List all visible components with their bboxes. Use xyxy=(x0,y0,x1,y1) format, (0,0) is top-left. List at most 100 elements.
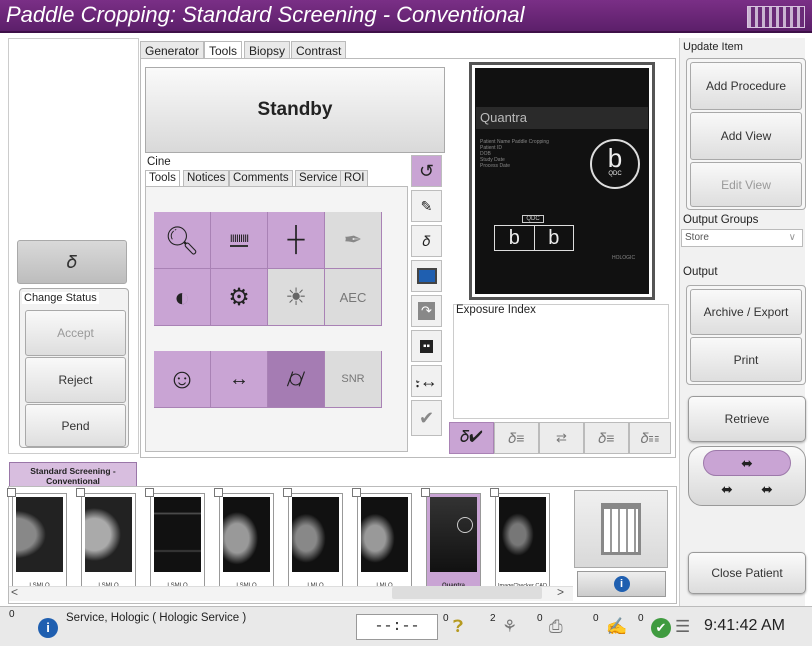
thumb-checkbox[interactable] xyxy=(7,488,16,497)
drop-tool[interactable]: 𝛿 xyxy=(411,225,442,257)
dual-view-tool[interactable]: ▪▪ xyxy=(411,330,442,362)
thumb-checkbox[interactable] xyxy=(214,488,223,497)
vertical-toolbar: ↺ ✎ 𝛿 ↷ ▪▪ ⹎↔ ✔ xyxy=(411,155,444,452)
hologic-logo-icon xyxy=(747,6,805,28)
aec-tool[interactable]: AEC xyxy=(325,269,382,326)
paddle-tool[interactable]: ↺ xyxy=(411,155,442,187)
invert-tool[interactable]: ◐ xyxy=(154,269,211,326)
output-groups-value: Store xyxy=(685,232,709,243)
thumbnail-3[interactable]: LSMLO xyxy=(145,488,205,593)
add-view-button[interactable]: Add View xyxy=(690,112,802,160)
image-preview[interactable]: Quantra Patient Name Paddle Cropping Pat… xyxy=(469,62,655,300)
tab-contrast[interactable]: Contrast xyxy=(291,41,347,58)
thumb-checkbox[interactable] xyxy=(352,488,361,497)
marker-tool[interactable]: ✎ xyxy=(411,190,442,222)
thumbnail-7[interactable]: Quantra xyxy=(421,488,481,593)
split-tool[interactable]: ⹎↔ xyxy=(411,365,442,397)
trash-button[interactable] xyxy=(574,490,668,568)
single-view-icon: ⬌ xyxy=(703,450,791,476)
thumbnail-8[interactable]: ImageChecker CAD xyxy=(490,488,550,593)
reject-button[interactable]: Reject xyxy=(25,357,126,403)
thumbnail-5[interactable]: LMLO xyxy=(283,488,343,593)
network-icon[interactable]: ☰ xyxy=(675,617,690,637)
printer-icon[interactable]: ⎙ xyxy=(549,617,563,637)
count-3: 0 xyxy=(537,613,543,624)
subtab-notices[interactable]: Notices xyxy=(183,170,230,186)
paddle-shift-tool[interactable]: ⇄ xyxy=(539,422,584,454)
tab-tools[interactable]: Tools xyxy=(204,41,243,58)
check-tool[interactable]: ✔ xyxy=(411,400,442,436)
scroll-left-button[interactable]: < xyxy=(11,585,18,599)
tab-biopsy[interactable]: Biopsy xyxy=(244,41,291,58)
mirror-tool[interactable]: ⌭ xyxy=(268,351,325,408)
cine-label[interactable]: Cine xyxy=(147,156,171,168)
compare-button[interactable]: ⬌ ⬌ ⬌ xyxy=(688,446,806,506)
brightness-tool[interactable]: ☀ xyxy=(268,269,325,326)
thumb-checkbox[interactable] xyxy=(145,488,154,497)
change-status-label: Change Status xyxy=(22,292,99,304)
procedure-tab[interactable]: Standard Screening - Conventional xyxy=(9,462,137,488)
ruler-icon: IIIIIIIII xyxy=(229,233,249,247)
device-icon[interactable]: ⚘ xyxy=(502,617,517,637)
close-patient-button[interactable]: Close Patient xyxy=(688,552,806,594)
count-5: 0 xyxy=(638,613,644,624)
paddle-small-tool[interactable]: 𝛿≡ xyxy=(494,422,539,454)
paddle-icon: ↺ xyxy=(418,160,435,181)
output-groups-select[interactable]: Store ∨ xyxy=(681,229,803,247)
brightness-icon: ☀ xyxy=(285,283,307,311)
tab-generator[interactable]: Generator xyxy=(140,41,205,58)
share-tool[interactable]: ↷ xyxy=(411,295,442,327)
flip-tool[interactable]: ↔ xyxy=(211,351,268,408)
sign-tool[interactable]: ✒ xyxy=(325,212,382,269)
view-tools-row: ☺ ↔ ⌭ SNR xyxy=(154,351,383,408)
paddle-check-tool[interactable]: 𝛿✔ xyxy=(449,422,494,454)
scrollbar-thumb[interactable] xyxy=(392,587,542,599)
subtab-roi[interactable]: ROI xyxy=(340,170,369,186)
status-user: Service, Hologic ( Hologic Service ) xyxy=(66,612,247,624)
status-info-icon[interactable]: i xyxy=(38,618,58,638)
thumb-checkbox[interactable] xyxy=(76,488,85,497)
paddle-shift-icon: ⇄ xyxy=(556,430,567,445)
qdc-small: QDC xyxy=(522,215,544,223)
thumb-image xyxy=(292,497,339,572)
thumbnail-2[interactable]: LSMLO xyxy=(76,488,136,593)
add-procedure-button[interactable]: Add Procedure xyxy=(690,62,802,110)
output-label: Output xyxy=(683,266,718,278)
count-2: 2 xyxy=(490,613,496,624)
thumbnail-1[interactable]: LSMLO xyxy=(7,488,67,593)
snr-tool[interactable]: SNR xyxy=(325,351,382,408)
paddle-xl-tool[interactable]: 𝛿☷ xyxy=(629,422,671,454)
archive-export-button[interactable]: Archive / Export xyxy=(690,289,802,335)
flag-button[interactable]: 𝛿 xyxy=(17,240,127,284)
accept-button[interactable]: Accept xyxy=(25,310,126,356)
standby-status: Standby xyxy=(145,67,445,153)
field-value: Paddle Cropping xyxy=(511,139,549,145)
thumb-checkbox[interactable] xyxy=(421,488,430,497)
print-button[interactable]: Print xyxy=(690,337,802,382)
clock-time: 9:41:42 AM xyxy=(704,617,785,634)
paddle-large-tool[interactable]: 𝛿≡ xyxy=(584,422,629,454)
thumb-checkbox[interactable] xyxy=(490,488,499,497)
ruler-tool[interactable]: IIIIIIIII xyxy=(211,212,268,269)
thumbnail-6[interactable]: LMLO xyxy=(352,488,412,593)
face-tool[interactable]: ☺ xyxy=(154,351,211,408)
retrieve-button[interactable]: Retrieve xyxy=(688,396,806,442)
info-button[interactable]: i xyxy=(577,571,666,597)
subtab-comments[interactable]: Comments xyxy=(229,170,293,186)
crosshair-tool[interactable]: ┼ xyxy=(268,212,325,269)
subtab-service[interactable]: Service xyxy=(295,170,342,186)
notes-icon[interactable]: ✍ xyxy=(606,617,627,637)
status-ok-icon[interactable]: ✔ xyxy=(651,618,671,638)
thumb-image xyxy=(85,497,132,572)
help-icon[interactable]: ❓︎ xyxy=(453,617,463,637)
magnifier-icon: 🔍︎ xyxy=(164,224,200,256)
thumbnail-4[interactable]: LSMLO xyxy=(214,488,274,593)
window-level-tool[interactable]: ⚙ xyxy=(211,269,268,326)
pend-button[interactable]: Pend xyxy=(25,404,126,447)
edit-view-button[interactable]: Edit View xyxy=(690,162,802,207)
monitor-tool[interactable] xyxy=(411,260,442,292)
subtab-tools[interactable]: Tools xyxy=(145,170,180,186)
magnify-tool[interactable]: 🔍︎ xyxy=(154,212,211,269)
thumb-checkbox[interactable] xyxy=(283,488,292,497)
scroll-right-button[interactable]: > xyxy=(557,585,564,599)
